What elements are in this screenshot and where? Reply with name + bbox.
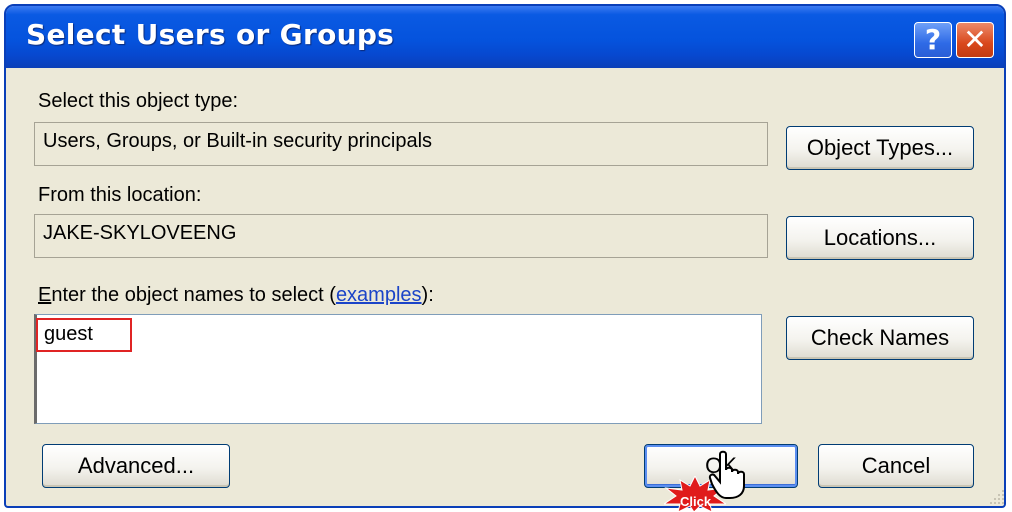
object-types-button[interactable]: Object Types... xyxy=(786,126,974,170)
location-label: From this location: xyxy=(38,184,202,206)
hand-pointer-icon xyxy=(708,450,745,499)
advanced-button[interactable]: Advanced... xyxy=(42,444,230,488)
window-title: Select Users or Groups xyxy=(26,18,395,51)
object-type-value: Users, Groups, or Built-in security prin… xyxy=(43,130,433,152)
object-names-value: guest xyxy=(44,323,93,345)
click-annotation-label: Click xyxy=(680,494,712,509)
object-names-value-highlight[interactable]: guest xyxy=(36,318,132,352)
object-names-input[interactable] xyxy=(34,314,762,424)
resize-grip-icon[interactable] xyxy=(986,486,1006,506)
help-button[interactable]: ? xyxy=(914,22,952,58)
examples-link[interactable]: examples xyxy=(336,284,422,306)
locations-button[interactable]: Locations... xyxy=(786,216,974,260)
location-value: JAKE-SKYLOVEENG xyxy=(43,222,237,244)
close-button[interactable]: ✕ xyxy=(956,22,994,58)
mnemonic-letter: E xyxy=(38,284,52,306)
object-names-label-suffix: ): xyxy=(421,284,434,306)
object-type-field: Users, Groups, or Built-in security prin… xyxy=(34,122,768,166)
help-icon: ? xyxy=(924,23,942,56)
object-names-label: Enter the object names to select (exampl… xyxy=(38,284,434,307)
close-icon: ✕ xyxy=(963,23,987,56)
location-field: JAKE-SKYLOVEENG xyxy=(34,214,768,258)
title-bar[interactable]: Select Users or Groups ? ✕ xyxy=(6,6,1004,68)
cancel-button[interactable]: Cancel xyxy=(818,444,974,488)
object-type-label: Select this object type: xyxy=(38,90,239,112)
check-names-button[interactable]: Check Names xyxy=(786,316,974,360)
object-names-label-text: nter the object names to select ( xyxy=(51,284,336,306)
